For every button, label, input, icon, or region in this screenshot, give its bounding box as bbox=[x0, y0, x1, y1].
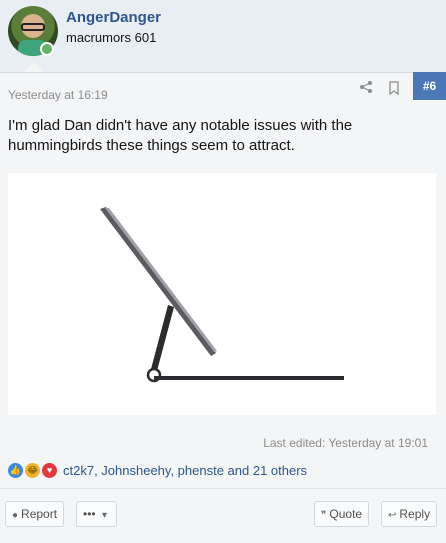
username-link[interactable]: AngerDanger bbox=[66, 9, 161, 26]
bookmark-icon[interactable] bbox=[387, 80, 403, 96]
quote-icon: ❞ bbox=[321, 510, 327, 521]
message-pointer bbox=[24, 62, 44, 72]
report-label: Report bbox=[21, 507, 58, 521]
post-actions-bar: ● Report ••• ▾ ❞ Quote ↩ Reply bbox=[0, 488, 446, 543]
share-icon[interactable] bbox=[358, 80, 374, 96]
report-button[interactable]: ● Report bbox=[5, 501, 65, 527]
haha-reaction-icon: 😂 bbox=[25, 462, 40, 478]
more-options-button[interactable]: ••• ▾ bbox=[76, 501, 117, 527]
love-reaction-icon: ♥ bbox=[42, 462, 57, 478]
reaction-users-link[interactable]: ct2k7, Johnsheehy, phenste and 21 others bbox=[63, 463, 307, 478]
post-image[interactable] bbox=[8, 173, 436, 415]
reply-button[interactable]: ↩ Reply bbox=[381, 501, 438, 527]
reply-label: Reply bbox=[399, 507, 431, 521]
reply-icon: ↩ bbox=[388, 510, 397, 521]
flag-icon: ● bbox=[12, 510, 19, 521]
quote-label: Quote bbox=[329, 507, 363, 521]
post-body-text: I'm glad Dan didn't have any notable iss… bbox=[8, 117, 353, 154]
quote-button[interactable]: ❞ Quote bbox=[314, 501, 370, 527]
post-number-link[interactable]: #6 bbox=[413, 72, 446, 100]
user-title: macrumors 601 bbox=[66, 30, 157, 45]
user-header: AngerDanger macrumors 601 bbox=[0, 0, 446, 73]
glasses-shape bbox=[21, 23, 45, 31]
post-timestamp[interactable]: Yesterday at 16:19 bbox=[8, 88, 108, 102]
like-reaction-icon: 👍 bbox=[8, 462, 23, 478]
chevron-down-icon: ▾ bbox=[101, 510, 107, 521]
online-status-icon bbox=[40, 42, 54, 56]
more-label: ••• bbox=[83, 507, 96, 521]
reactions-bar[interactable]: 👍 😂 ♥ ct2k7, Johnsheehy, phenste and 21 … bbox=[8, 461, 307, 479]
last-edited-note: Last edited: Yesterday at 19:01 bbox=[263, 436, 428, 450]
